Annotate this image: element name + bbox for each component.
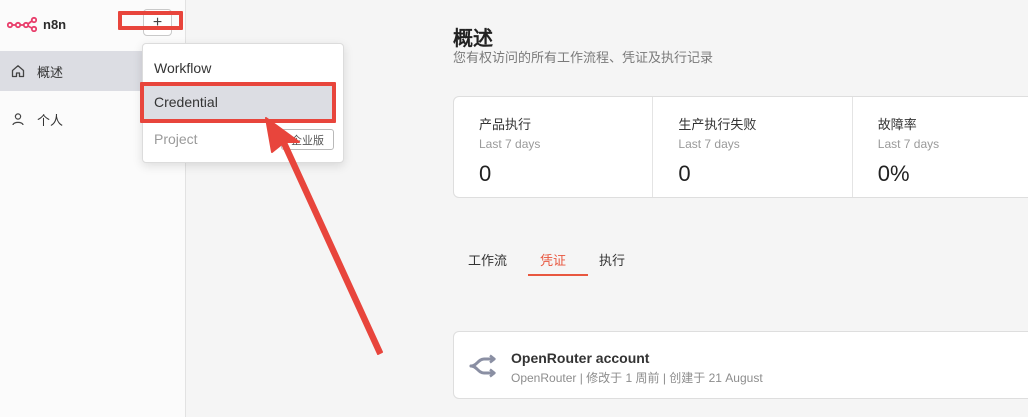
annotation-arrow-icon: [265, 117, 383, 355]
